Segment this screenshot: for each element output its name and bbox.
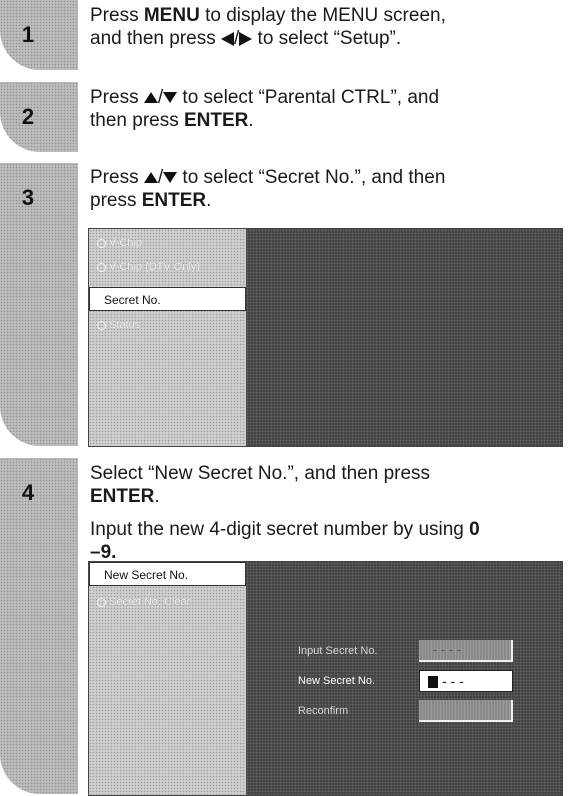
step-3-number: 3: [21, 185, 35, 210]
down-arrow-icon: [163, 92, 178, 104]
step-2-number: 2: [21, 104, 35, 129]
input-secret-no-field[interactable]: - - - -: [419, 640, 513, 662]
step-3-text: Press / to select “Secret No.”, and then…: [90, 167, 446, 211]
input-secret-no-label: Input Secret No.: [298, 645, 378, 657]
step-3-tab: 3: [0, 163, 78, 446]
menu-item-v-chip-dtv[interactable]: V-Chip (DTV Only): [97, 261, 200, 273]
up-arrow-icon: [143, 172, 158, 184]
dark-panel: [246, 229, 562, 446]
step-1-text: Press MENU to display the MENU screen, a…: [90, 5, 446, 49]
enter-key-label: ENTER: [184, 110, 249, 131]
menu-item-secret-no[interactable]: Secret No.: [89, 287, 246, 311]
step-4-number: 4: [21, 480, 35, 505]
dark-panel: [246, 562, 562, 795]
menu-item-v-chip[interactable]: V-Chip: [97, 237, 142, 249]
new-secret-no-field[interactable]: - - -: [419, 670, 513, 692]
step-1-number: 1: [21, 22, 35, 47]
reconfirm-label: Reconfirm: [298, 705, 349, 717]
enter-key-label: ENTER: [141, 190, 207, 211]
step-2-text: Press / to select “Parental CTRL”, and t…: [90, 87, 440, 131]
reconfirm-field[interactable]: [419, 700, 513, 722]
radio-icon: [97, 262, 106, 272]
secret-no-screen: New Secret No. Secret No. Clear Input Se…: [88, 561, 563, 796]
radio-icon: [97, 320, 106, 330]
right-arrow-icon: [239, 31, 253, 46]
step-4-tab: 4: [0, 458, 78, 794]
step-1-tab: 1: [0, 0, 78, 70]
menu-key-label: MENU: [143, 5, 200, 26]
step-4-text: Select “New Secret No.”, and then press …: [90, 463, 480, 563]
step-2-tab: 2: [0, 82, 78, 152]
new-secret-no-label: New Secret No.: [298, 675, 376, 687]
down-arrow-icon: [163, 172, 178, 184]
menu-item-new-secret-no[interactable]: New Secret No.: [89, 562, 246, 586]
radio-icon: [97, 597, 106, 607]
left-arrow-icon: [220, 31, 234, 46]
enter-key-label: ENTER: [90, 486, 155, 507]
up-arrow-icon: [143, 92, 158, 104]
menu-item-secret-no-clear[interactable]: Secret No. Clear: [97, 596, 190, 608]
input-cursor: [428, 676, 438, 689]
parental-ctrl-screen: V-Chip V-Chip (DTV Only) Secret No. Stat…: [88, 228, 563, 447]
radio-icon: [97, 238, 106, 248]
menu-item-status[interactable]: Status: [97, 319, 140, 331]
